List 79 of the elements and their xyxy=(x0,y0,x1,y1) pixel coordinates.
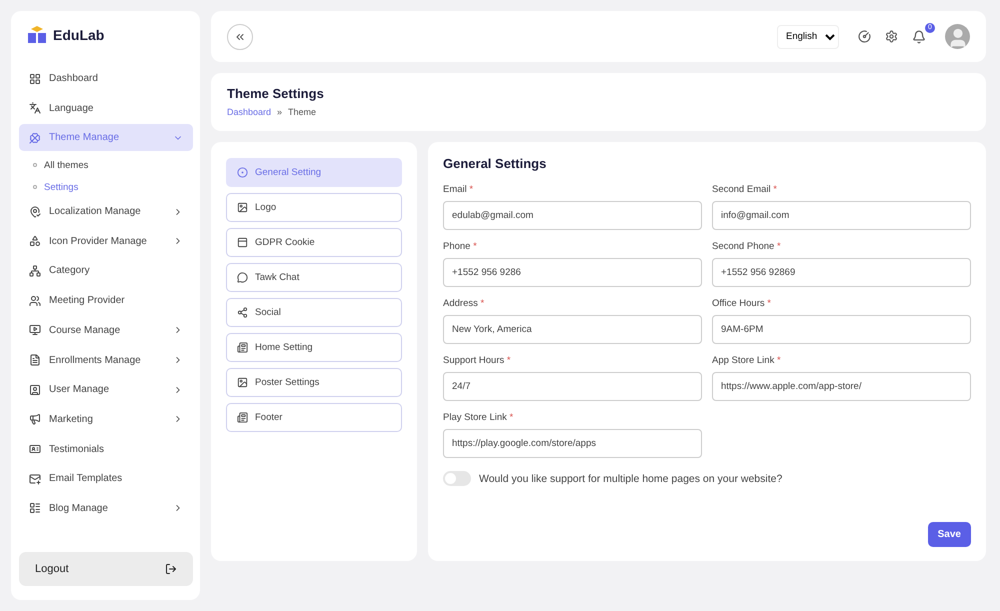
share-icon xyxy=(237,307,248,318)
sidebar-item[interactable]: Category xyxy=(19,257,193,284)
sidebar-item[interactable]: Dashboard xyxy=(19,65,193,92)
sidebar-item[interactable]: Blog Manage xyxy=(19,494,193,522)
field-label: Second Email * xyxy=(712,184,778,195)
field-label: Support Hours * xyxy=(443,355,512,366)
hierarchy-icon xyxy=(29,264,41,277)
save-button[interactable]: Save xyxy=(928,522,971,547)
settings-tab[interactable]: Footer xyxy=(226,403,402,432)
mail-icon xyxy=(29,472,41,485)
breadcrumb-current: Theme xyxy=(288,107,316,117)
language-select[interactable]: English xyxy=(777,24,839,48)
sidebar-item[interactable]: Marketing xyxy=(19,406,193,433)
field-label: Phone * xyxy=(443,241,478,252)
field-label: Play Store Link * xyxy=(443,412,514,423)
users-icon xyxy=(29,294,41,307)
map-pin-icon xyxy=(29,206,41,218)
page-icon xyxy=(237,342,248,353)
logout-button[interactable]: Logout xyxy=(19,552,193,586)
image-icon xyxy=(237,202,248,213)
logo-icon xyxy=(27,25,47,45)
input-field[interactable]: 24/7 xyxy=(443,372,702,401)
settings-tab[interactable]: GDPR Cookie xyxy=(226,228,402,257)
submenu-item[interactable]: Settings xyxy=(19,176,193,198)
settings-tab[interactable]: Poster Settings xyxy=(226,368,402,397)
input-field[interactable]: +1552 956 92869 xyxy=(712,258,971,287)
sidebar-item[interactable]: Meeting Provider xyxy=(19,287,193,314)
user-card-icon xyxy=(29,384,41,396)
logout-icon xyxy=(165,563,177,575)
chat-icon xyxy=(237,272,248,283)
submenu-item[interactable]: All themes xyxy=(19,154,193,176)
panel-icon xyxy=(237,237,248,248)
target-icon xyxy=(237,167,248,178)
shapes-icon xyxy=(29,235,41,248)
page-icon xyxy=(237,412,248,423)
field-label: Second Phone * xyxy=(712,241,782,252)
input-field[interactable]: 9AM-6PM xyxy=(712,315,971,344)
toggle-label: Would you like support for multiple home pages on your website? xyxy=(479,472,782,484)
form-title: General Settings xyxy=(443,156,548,171)
input-field[interactable]: info@gmail.com xyxy=(712,201,971,230)
toggle-switch[interactable] xyxy=(443,471,471,486)
field-label: Address * xyxy=(443,298,486,309)
input-field[interactable]: https://play.google.com/store/apps xyxy=(443,429,702,458)
field-label: Office Hours * xyxy=(712,298,772,309)
grid-icon xyxy=(29,72,41,84)
translate-icon xyxy=(29,102,41,114)
sidebar-item[interactable]: Email Templates xyxy=(19,465,193,492)
settings-tab[interactable]: Home Setting xyxy=(226,333,402,362)
page-title: Theme Settings xyxy=(227,86,325,101)
sidebar-item[interactable]: Icon Provider Manage xyxy=(19,228,193,255)
video-icon xyxy=(29,324,41,336)
settings-tab[interactable]: Social xyxy=(226,298,402,327)
input-field[interactable]: https://www.apple.com/app-store/ xyxy=(712,372,971,401)
sidebar-item[interactable]: Language xyxy=(19,94,193,122)
document-icon xyxy=(29,354,41,366)
sidebar-item[interactable]: Localization Manage xyxy=(19,198,193,226)
field-label: App Store Link * xyxy=(712,355,782,366)
collapse-button[interactable] xyxy=(227,24,253,50)
image-icon xyxy=(237,377,248,388)
sidebar-item[interactable]: User Manage xyxy=(19,376,193,404)
input-field[interactable]: New York, America xyxy=(443,315,702,344)
input-field[interactable]: edulab@gmail.com xyxy=(443,201,702,230)
megaphone-icon xyxy=(29,413,41,426)
list-icon xyxy=(29,502,41,514)
breadcrumb-link[interactable]: Dashboard xyxy=(227,107,272,117)
sidebar-item[interactable]: Enrollments Manage xyxy=(19,346,193,374)
settings-icon xyxy=(885,30,898,43)
settings-tab[interactable]: Logo xyxy=(226,193,402,222)
breadcrumb-separator: » xyxy=(277,107,282,117)
input-field[interactable]: +1552 956 9286 xyxy=(443,258,702,287)
sidebar-item[interactable]: Testimonials xyxy=(19,436,193,463)
sidebar-item[interactable]: Course Manage xyxy=(19,316,193,344)
gauge-icon xyxy=(858,30,871,43)
bell-icon xyxy=(912,30,926,44)
settings-tab[interactable]: Tawk Chat xyxy=(226,263,402,292)
id-card-icon xyxy=(29,443,41,456)
brand-name: EduLab xyxy=(53,27,104,43)
field-label: Email * xyxy=(443,184,474,195)
clover-icon xyxy=(29,132,41,144)
